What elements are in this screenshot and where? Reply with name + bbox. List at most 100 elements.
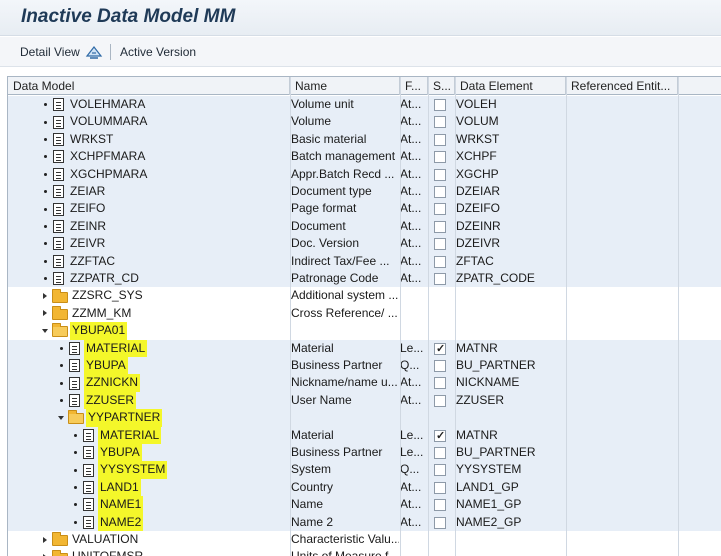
checkbox[interactable] — [434, 273, 446, 285]
col-header-data-element[interactable]: Data Element — [455, 77, 566, 95]
tree-leaf-row[interactable]: ZEIVR Doc. Version At... DZEIVR — [8, 235, 721, 253]
col-header-s[interactable]: S... — [428, 77, 455, 95]
tree-cell[interactable]: XGCHPMARA — [8, 166, 290, 183]
tree-leaf-row[interactable]: NAME2 Name 2 At... NAME2_GP — [8, 513, 721, 531]
tree-leaf-row[interactable]: ZZPATR_CD Patronage Code At... ZPATR_CODE — [8, 270, 721, 288]
tree-folder-row[interactable]: YBUPA01 — [8, 322, 721, 340]
tree-leaf-row[interactable]: ZEIAR Document type At... DZEIAR — [8, 183, 721, 201]
col-header-referenced-entity[interactable]: Referenced Entit... — [566, 77, 678, 95]
checkbox[interactable] — [434, 464, 446, 477]
tree-node[interactable]: YBUPA01 — [42, 322, 128, 340]
tree-leaf-row[interactable]: YBUPA Business Partner Le... BU_PARTNER — [8, 444, 721, 462]
tree-node[interactable]: ZZMM_KM — [43, 305, 131, 322]
tree-node[interactable]: YBUPA — [60, 357, 128, 375]
checkbox[interactable] — [434, 447, 446, 459]
checkbox[interactable] — [434, 151, 446, 164]
tree-cell[interactable]: YBUPA — [8, 444, 290, 462]
tree-cell[interactable]: YBUPA01 — [8, 322, 290, 340]
tree-leaf-row[interactable]: ZZUSER User Name At... ZZUSER — [8, 391, 721, 410]
tree-cell[interactable]: ZZPATR_CD — [8, 270, 290, 287]
tree-leaf-row[interactable]: XCHPFMARA Batch management At... XCHPF — [8, 148, 721, 166]
tree-cell[interactable]: NAME1 — [8, 496, 290, 514]
tree-cell[interactable]: ZZMM_KM — [8, 305, 290, 322]
checkbox[interactable] — [434, 394, 446, 407]
tree-node[interactable]: ZEINR — [44, 218, 106, 235]
tree-cell[interactable]: NAME2 — [8, 513, 290, 531]
checkbox[interactable] — [434, 116, 446, 129]
tree-leaf-row[interactable]: VOLUMMARA Volume At... VOLUM — [8, 113, 721, 131]
checkbox[interactable] — [434, 238, 446, 251]
tree-node[interactable]: MATERIAL — [60, 339, 148, 357]
tree-cell[interactable]: VOLUMMARA — [8, 113, 290, 130]
tree-node[interactable]: XCHPFMARA — [44, 148, 145, 165]
tree-folder-row[interactable]: UNITOFMSR Units of Measure f... — [8, 548, 721, 556]
collapse-arrow-icon[interactable] — [42, 328, 48, 333]
tree-cell[interactable]: YBUPA — [8, 357, 290, 375]
tree-node[interactable]: VOLEHMARA — [44, 96, 145, 113]
checkbox[interactable] — [434, 203, 446, 216]
tree-cell[interactable]: ZZFTAC — [8, 253, 290, 270]
tree-node[interactable]: VALUATION — [43, 531, 138, 548]
tree-node[interactable]: ZZUSER — [60, 391, 136, 410]
tree-node[interactable]: ZEIVR — [44, 235, 105, 252]
checkbox[interactable] — [434, 220, 446, 233]
tree-leaf-row[interactable]: MATERIAL Material Le... MATNR — [8, 339, 721, 357]
tree-leaf-row[interactable]: NAME1 Name At... NAME1_GP — [8, 496, 721, 514]
tree-cell[interactable]: YYPARTNER — [8, 409, 290, 427]
tree-cell[interactable]: WRKST — [8, 131, 290, 148]
tree-cell[interactable]: LAND1 — [8, 478, 290, 497]
checkbox[interactable] — [434, 360, 446, 372]
tree-cell[interactable]: ZEINR — [8, 218, 290, 235]
tree-leaf-row[interactable]: ZEINR Document At... DZEINR — [8, 217, 721, 236]
checkbox[interactable] — [434, 168, 446, 181]
tree-node[interactable]: YYPARTNER — [58, 409, 163, 427]
tree-leaf-row[interactable]: WRKST Basic material At... WRKST — [8, 130, 721, 149]
checkbox[interactable] — [434, 499, 446, 512]
col-header-f[interactable]: F... — [400, 77, 428, 95]
expand-arrow-icon[interactable] — [43, 310, 47, 317]
collapse-arrow-icon[interactable] — [58, 415, 64, 420]
checkbox[interactable] — [434, 255, 446, 268]
tree-leaf-row[interactable]: ZEIFO Page format At... DZEIFO — [8, 200, 721, 218]
tree-cell[interactable]: ZEIFO — [8, 200, 290, 217]
tree-cell[interactable]: YYSYSTEM — [8, 461, 290, 479]
tree-node[interactable]: ZZPATR_CD — [44, 270, 139, 287]
tree-cell[interactable]: VOLEHMARA — [8, 96, 290, 113]
tree-node[interactable]: ZZNICKN — [60, 374, 140, 392]
checkbox[interactable] — [434, 516, 446, 529]
tree-node[interactable]: WRKST — [44, 131, 113, 148]
expand-arrow-icon[interactable] — [43, 293, 47, 300]
tree-cell[interactable]: XCHPFMARA — [8, 148, 290, 165]
tree-cell[interactable]: MATERIAL — [8, 426, 290, 444]
tree-leaf-row[interactable]: VOLEHMARA Volume unit At... VOLEH — [8, 96, 721, 114]
detail-view-button[interactable]: Detail View — [20, 37, 80, 67]
tree-node[interactable]: ZZSRC_SYS — [43, 287, 143, 304]
checkbox[interactable] — [434, 133, 446, 146]
tree-folder-row[interactable]: ZZSRC_SYS Additional system ... — [8, 287, 721, 304]
expand-arrow-icon[interactable] — [43, 536, 47, 543]
tree-folder-row[interactable]: YYPARTNER — [8, 409, 721, 427]
tree-folder-row[interactable]: VALUATION Characteristic Valu... — [8, 531, 721, 548]
checkbox[interactable] — [434, 377, 446, 390]
tree-cell[interactable]: MATERIAL — [8, 339, 290, 357]
tree-node[interactable]: NAME2 — [74, 513, 144, 531]
active-version-button[interactable]: Active Version — [120, 37, 196, 67]
checkbox[interactable] — [434, 341, 446, 357]
tree-node[interactable]: YYSYSTEM — [74, 461, 168, 479]
tree-cell[interactable]: ZEIAR — [8, 183, 290, 200]
tree-node[interactable]: XGCHPMARA — [44, 166, 147, 183]
tree-node[interactable]: ZEIAR — [44, 183, 105, 200]
checkbox[interactable] — [434, 99, 446, 111]
tree-leaf-row[interactable]: YBUPA Business Partner Q... BU_PARTNER — [8, 357, 721, 375]
col-header-name[interactable]: Name — [290, 77, 400, 95]
tree-folder-row[interactable]: ZZMM_KM Cross Reference/ ... — [8, 305, 721, 322]
tree-node[interactable]: NAME1 — [74, 496, 144, 514]
tree-node[interactable]: ZEIFO — [44, 200, 105, 217]
tree-cell[interactable]: ZZSRC_SYS — [8, 287, 290, 304]
tree-leaf-row[interactable]: YYSYSTEM System Q... YYSYSTEM — [8, 461, 721, 479]
tree-node[interactable]: ZZFTAC — [44, 253, 115, 270]
col-header-data-model[interactable]: Data Model — [8, 77, 290, 95]
tree-node[interactable]: UNITOFMSR — [43, 548, 143, 556]
checkbox[interactable] — [434, 428, 446, 444]
tree-leaf-row[interactable]: XGCHPMARA Appr.Batch Recd ... At... XGCHP — [8, 165, 721, 183]
